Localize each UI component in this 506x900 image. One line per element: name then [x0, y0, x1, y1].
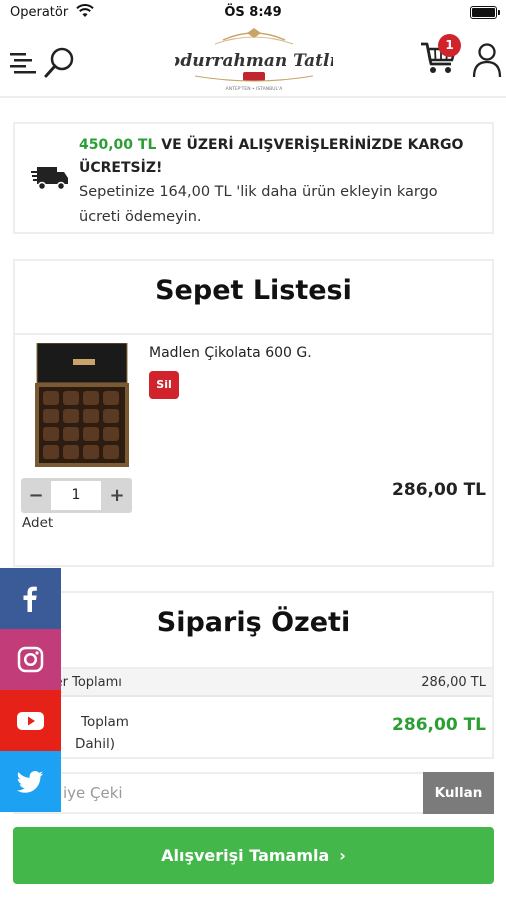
chevron-right-icon: › — [339, 846, 346, 865]
twitter-icon — [17, 771, 43, 793]
cart-count-badge: 1 — [438, 34, 461, 57]
coupon-input[interactable]: iye Çeki — [13, 772, 423, 814]
shipping-text: 450,00 TL VE ÜZERİ ALIŞVERİŞLERİNİZDE KA… — [79, 134, 483, 230]
free-shipping-notice: 450,00 TL VE ÜZERİ ALIŞVERİŞLERİNİZDE KA… — [13, 122, 494, 234]
logo-text: Abdurrahman Tatlıcı — [175, 51, 333, 71]
quantity-label: Adet — [22, 515, 54, 531]
social-share-bar — [0, 568, 61, 812]
quantity-stepper: − 1 + — [21, 478, 132, 513]
status-bar: Operatör ÖS 8:49 — [0, 0, 506, 26]
clock: ÖS 8:49 — [224, 5, 282, 20]
youtube-button[interactable] — [0, 690, 61, 751]
apply-coupon-button[interactable]: Kullan — [423, 772, 494, 814]
truck-icon — [31, 167, 68, 191]
facebook-icon — [23, 586, 37, 612]
shipping-threshold: 450,00 TL — [79, 137, 157, 153]
brand-logo[interactable]: Abdurrahman Tatlıcı ANTEP'TEN • ISTANBUL… — [175, 28, 333, 94]
quantity-input[interactable]: 1 — [51, 481, 101, 510]
total-label-line1: Toplam — [81, 714, 129, 730]
total-row: Toplam Dahil) 286,00 TL — [15, 699, 492, 757]
total-value: 286,00 TL — [392, 715, 486, 735]
shipping-headline-2: ÜCRETSİZ! — [79, 160, 163, 176]
app-header: Abdurrahman Tatlıcı ANTEP'TEN • ISTANBUL… — [0, 26, 506, 98]
logo-tagline: ANTEP'TEN • ISTANBUL'A — [226, 86, 284, 92]
order-summary-card: Sipariş Özeti ler Toplamı 286,00 TL Topl… — [13, 591, 494, 759]
line-price: 286,00 TL — [392, 480, 486, 500]
summary-title: Sipariş Özeti — [156, 607, 351, 638]
decrease-quantity-button[interactable]: − — [22, 478, 50, 513]
shipping-message-2: ücreti ödemeyin. — [79, 209, 202, 225]
menu-icon[interactable] — [10, 50, 36, 74]
user-icon[interactable] — [472, 42, 502, 78]
instagram-button[interactable] — [0, 629, 61, 690]
battery-icon — [470, 6, 500, 19]
checkout-label: Alışverişi Tamamla — [161, 846, 330, 865]
youtube-icon — [17, 712, 44, 730]
subtotal-label: ler Toplamı — [51, 675, 122, 690]
subtotal-row: ler Toplamı 286,00 TL — [15, 669, 492, 697]
product-image[interactable] — [33, 343, 131, 467]
shipping-headline: VE ÜZERİ ALIŞVERİŞLERİNİZDE KARGO — [156, 137, 464, 153]
instagram-icon — [17, 646, 44, 673]
increase-quantity-button[interactable]: + — [103, 478, 131, 513]
divider — [15, 333, 492, 335]
checkout-button[interactable]: Alışverişi Tamamla › — [13, 827, 494, 884]
product-name[interactable]: Madlen Çikolata 600 G. — [149, 345, 312, 361]
total-label: Toplam Dahil) — [51, 711, 181, 755]
search-icon[interactable] — [42, 46, 76, 80]
subtotal-value: 286,00 TL — [421, 675, 486, 690]
shipping-message: Sepetinize 164,00 TL 'lik daha ürün ekle… — [79, 184, 438, 200]
cart-list-card: Sepet Listesi Madlen Çikolata 600 G. Sil… — [13, 259, 494, 567]
cart-title: Sepet Listesi — [155, 275, 352, 306]
facebook-button[interactable] — [0, 568, 61, 629]
twitter-button[interactable] — [0, 751, 61, 812]
total-label-line2: Dahil) — [75, 736, 115, 752]
remove-item-button[interactable]: Sil — [149, 371, 179, 399]
